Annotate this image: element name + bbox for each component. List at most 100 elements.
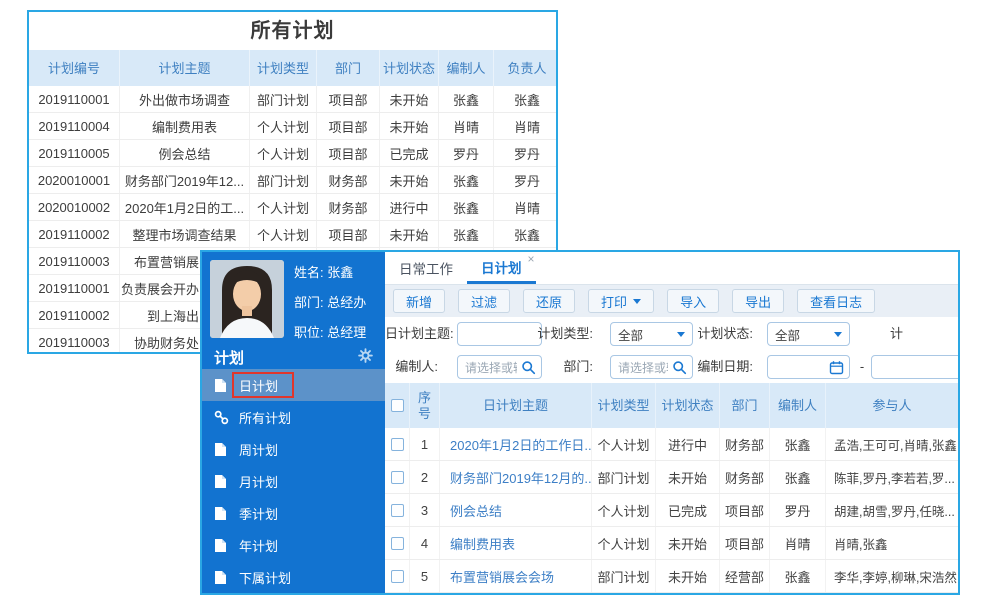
table-cell: 财务部 xyxy=(317,167,380,193)
daily-plan-table: 序号 日计划主题 计划类型 计划状态 部门 编制人 参与人 1 2020年1月2日的工作日..… xyxy=(385,383,958,593)
table-row[interactable]: 2019110001 外出做市场调查 部门计划 项目部 未开始 张鑫 张鑫 xyxy=(29,86,556,113)
table-cell: 张鑫 xyxy=(439,167,494,193)
sidebar-item-下属计划[interactable]: 下属计划 xyxy=(202,561,385,593)
table-cell: 2019110003 xyxy=(29,329,120,352)
plan-dept: 财务部 xyxy=(720,461,770,493)
table-cell: 未开始 xyxy=(380,86,439,112)
plan-subject-link[interactable]: 例会总结 xyxy=(440,494,592,526)
close-icon[interactable]: × xyxy=(527,253,534,265)
creator-filter-placeholder: 请选择或输入 xyxy=(465,360,517,375)
table-row[interactable]: 2020010001 财务部门2019年12... 部门计划 财务部 未开始 张鑫 罗丹 xyxy=(29,167,556,194)
plan-participants: 胡建,胡雪,罗丹,任晓... xyxy=(834,504,955,519)
toolbar-button-过滤[interactable]: 过滤 xyxy=(458,289,511,313)
toolbar-button-还原[interactable]: 还原 xyxy=(523,289,576,313)
toolbar-button-导出[interactable]: 导出 xyxy=(732,289,785,313)
table-cell: 2020010002 xyxy=(29,194,120,220)
tab-bar: 日常工作 日计划 × xyxy=(385,252,958,285)
file-icon xyxy=(214,442,229,457)
table-row[interactable]: 3 例会总结 个人计划 已完成 项目部 罗丹 胡建,胡雪,罗丹,任晓... xyxy=(385,494,958,527)
table-row[interactable]: 5 布置营销展会会场 部门计划 未开始 经营部 张鑫 李华,李婷,柳琳,宋浩然 xyxy=(385,560,958,593)
profile-card: 姓名: 张鑫 部门: 总经办 职位: 总经理 xyxy=(202,252,385,345)
sidebar-item-日计划[interactable]: 日计划 xyxy=(202,369,385,401)
table-row[interactable]: 4 编制费用表 个人计划 未开始 项目部 肖晴 肖晴,张鑫 xyxy=(385,527,958,560)
date-filter-end-input[interactable] xyxy=(871,355,958,379)
table-cell: 罗丹 xyxy=(513,173,540,189)
sidebar-item-季计划[interactable]: 季计划 xyxy=(202,497,385,529)
table-cell: 个人计划 xyxy=(250,221,317,247)
plan-subject-link[interactable]: 2020年1月2日的工作日... xyxy=(440,428,592,460)
sidebar-item-周计划[interactable]: 周计划 xyxy=(202,433,385,465)
header-checkbox-cell xyxy=(385,383,410,428)
toolbar-button-查看日志[interactable]: 查看日志 xyxy=(797,289,876,313)
profile-department: 部门: 总经办 xyxy=(294,295,367,310)
table-cell: 张鑫 xyxy=(439,221,494,247)
table-cell: 项目部 xyxy=(317,86,380,112)
row-checkbox[interactable] xyxy=(390,470,404,484)
plan-type: 个人计划 xyxy=(592,527,656,559)
table-cell: 个人计划 xyxy=(250,113,317,139)
sidebar-item-年计划[interactable]: 年计划 xyxy=(202,529,385,561)
all-plans-column-header: 编制人 xyxy=(439,50,494,86)
dept-filter-placeholder: 请选择或输入 xyxy=(618,360,668,375)
plan-subject-link[interactable]: 编制费用表 xyxy=(440,527,592,559)
creator-filter-input[interactable]: 请选择或输入 xyxy=(457,355,542,379)
table-row[interactable]: 2020010002 2020年1月2日的工... 个人计划 财务部 进行中 张鑫 肖晴 xyxy=(29,194,556,221)
plan-status: 已完成 xyxy=(656,494,720,526)
sidebar-item-所有计划[interactable]: 所有计划 xyxy=(202,401,385,433)
main-area: 日常工作 日计划 × 新增 过滤 还原 打印 导入 导出 查看日志 日计划主题: 计划类型:… xyxy=(385,252,958,593)
all-plans-column-header: 计划主题 xyxy=(120,50,250,86)
toolbar-button-打印[interactable]: 打印 xyxy=(588,289,655,313)
select-all-checkbox[interactable] xyxy=(390,399,404,412)
toolbar-button-label: 还原 xyxy=(536,294,563,310)
table-row[interactable]: 2019110002 整理市场调查结果 个人计划 项目部 未开始 张鑫 张鑫 xyxy=(29,221,556,248)
table-cell: 进行中 xyxy=(380,194,439,220)
date-filter-start-input[interactable] xyxy=(767,355,850,379)
calendar-icon[interactable] xyxy=(829,360,844,375)
table-cell: 未开始 xyxy=(380,113,439,139)
row-checkbox[interactable] xyxy=(390,569,404,583)
subject-filter-input[interactable] xyxy=(457,322,542,346)
daily-plan-column-header: 部门 xyxy=(720,383,770,428)
status-filter-select[interactable]: 全部 xyxy=(767,322,850,346)
table-cell: 肖晴 xyxy=(513,200,540,216)
sidebar-item-label: 周计划 xyxy=(239,442,279,458)
row-checkbox-cell xyxy=(385,494,410,526)
toolbar-button-label: 导出 xyxy=(745,294,772,310)
type-filter-select[interactable]: 全部 xyxy=(610,322,693,346)
table-cell: 张鑫 xyxy=(439,86,494,112)
toolbar-button-label: 打印 xyxy=(601,294,628,310)
table-cell: 肖晴 xyxy=(439,113,494,139)
dept-filter-label: 部门: xyxy=(563,359,593,374)
row-checkbox[interactable] xyxy=(390,437,404,451)
tab-daily-plan[interactable]: 日计划 × xyxy=(467,252,536,284)
daily-plan-column-header: 计划状态 xyxy=(656,383,720,428)
daily-plan-header-row: 序号 日计划主题 计划类型 计划状态 部门 编制人 参与人 xyxy=(385,383,958,428)
plan-participants: 孟浩,王可可,肖晴,张鑫 xyxy=(834,438,957,453)
table-cell: 项目部 xyxy=(317,113,380,139)
filter-panel: 日计划主题: 计划类型: 全部 计划状态: 全部 计 编制人: 请选择或输入 xyxy=(385,317,958,383)
toolbar-button-导入[interactable]: 导入 xyxy=(667,289,720,313)
row-checkbox[interactable] xyxy=(390,536,404,550)
table-row[interactable]: 2019110004 编制费用表 个人计划 项目部 未开始 肖晴 肖晴 xyxy=(29,113,556,140)
table-cell: 2020年1月2日的工... xyxy=(120,194,250,220)
table-row[interactable]: 2019110005 例会总结 个人计划 项目部 已完成 罗丹 罗丹 xyxy=(29,140,556,167)
row-checkbox-cell xyxy=(385,560,410,592)
daily-plan-column-header: 序号 xyxy=(410,383,440,428)
all-plans-column-header: 计划类型 xyxy=(250,50,317,86)
toolbar-button-新增[interactable]: 新增 xyxy=(393,289,446,313)
sidebar: 姓名: 张鑫 部门: 总经办 职位: 总经理 计划 日计划 所有计划 周计划 月… xyxy=(202,252,385,593)
plan-subject-link[interactable]: 布置营销展会会场 xyxy=(440,560,592,592)
tab-daily-work[interactable]: 日常工作 xyxy=(385,252,467,284)
table-row[interactable]: 2 财务部门2019年12月的... 部门计划 未开始 财务部 张鑫 陈菲,罗丹,李若若,罗… xyxy=(385,461,958,494)
table-cell: 2019110003 xyxy=(29,248,120,274)
table-cell: 罗丹 xyxy=(513,146,540,162)
table-cell: 项目部 xyxy=(317,140,380,166)
table-row[interactable]: 1 2020年1月2日的工作日... 个人计划 进行中 财务部 张鑫 孟浩,王可可,肖晴,张… xyxy=(385,428,958,461)
row-checkbox[interactable] xyxy=(390,503,404,517)
plan-creator: 罗丹 xyxy=(770,494,826,526)
table-cell: 2019110002 xyxy=(29,221,120,247)
plan-subject-link[interactable]: 财务部门2019年12月的... xyxy=(440,461,592,493)
sidebar-item-月计划[interactable]: 月计划 xyxy=(202,465,385,497)
sidebar-menu-title: 计划 xyxy=(214,349,245,367)
table-cell: 个人计划 xyxy=(250,140,317,166)
